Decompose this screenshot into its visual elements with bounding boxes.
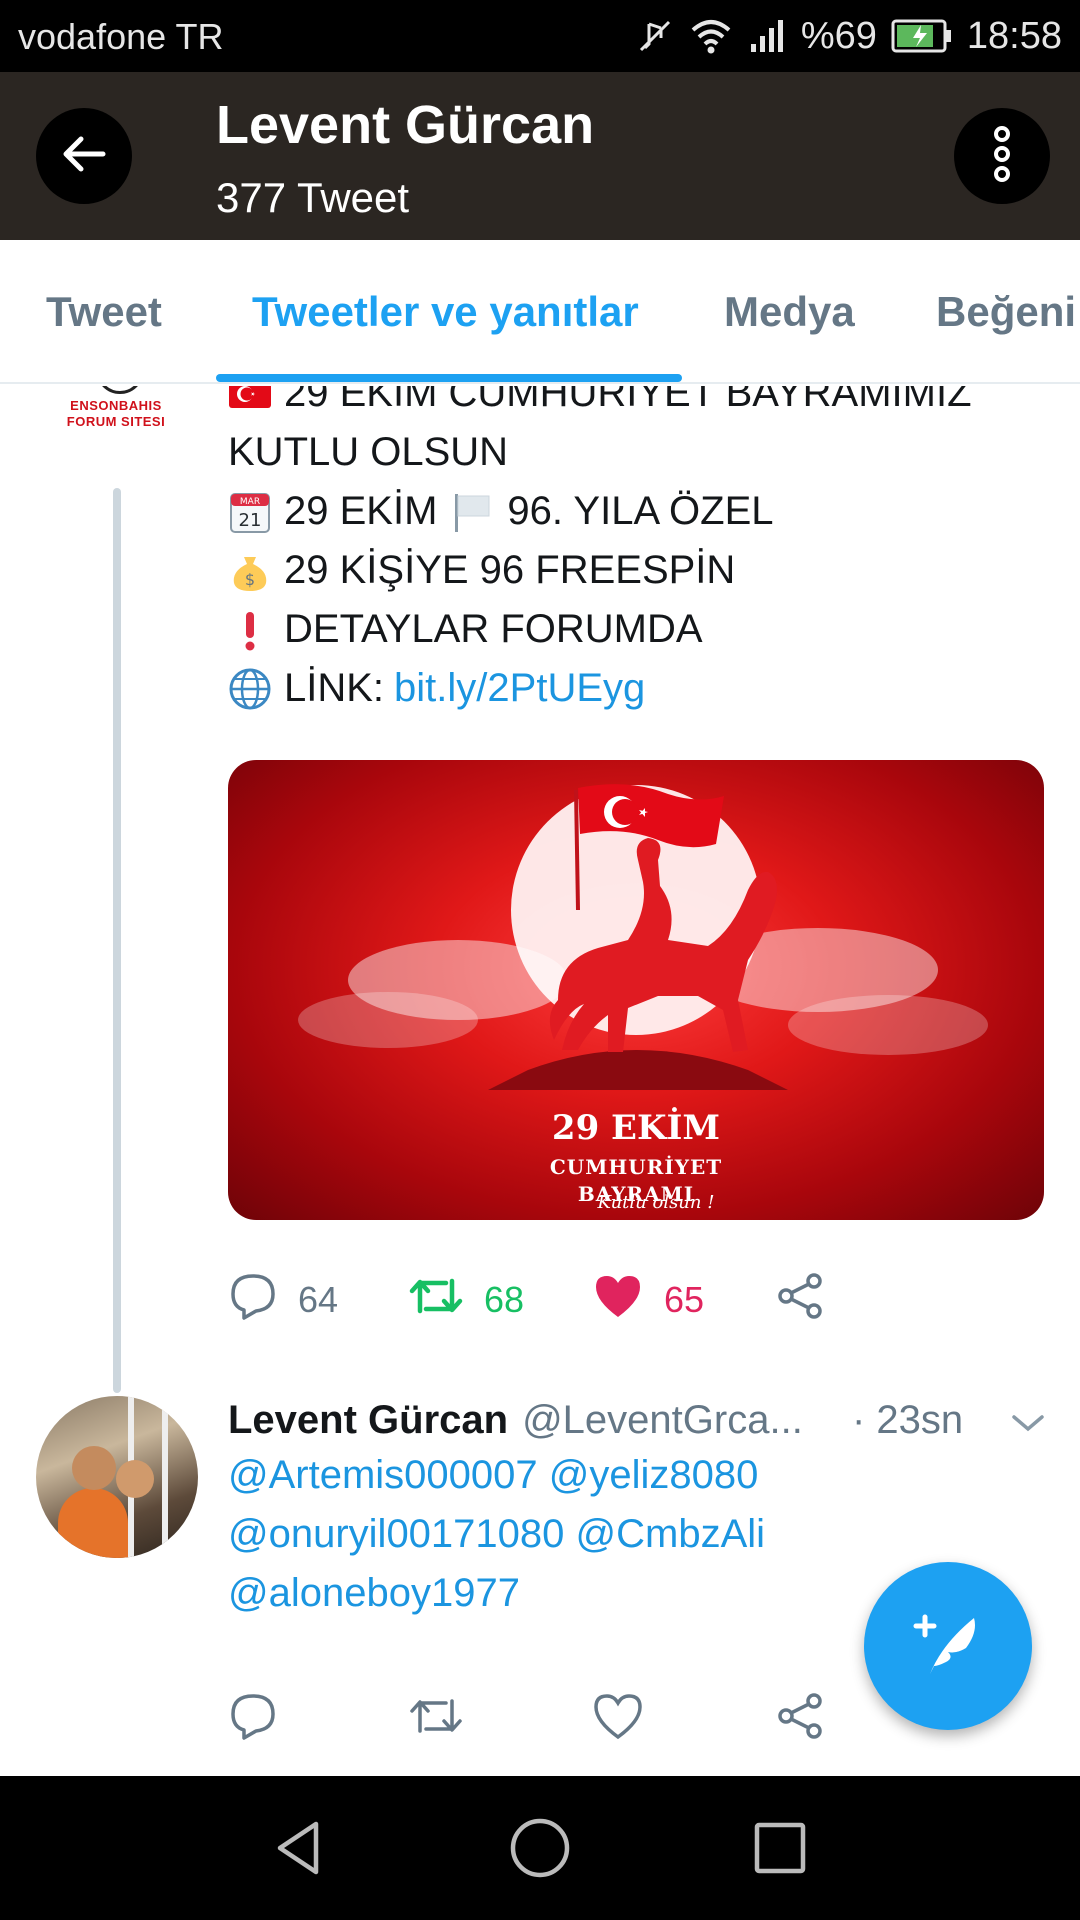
back-button[interactable]: [36, 108, 132, 204]
tab-tweets-and-replies[interactable]: Tweetler ve yanıtlar: [252, 288, 639, 336]
battery-icon: [891, 19, 953, 53]
nav-recents-button[interactable]: [740, 1810, 820, 1890]
svg-text:21: 21: [239, 510, 262, 531]
arrow-left-icon: [59, 129, 109, 184]
heart-filled-icon: [592, 1271, 644, 1330]
exclamation-icon: [228, 608, 272, 652]
turkey-flag-icon: [228, 386, 272, 416]
battery-percent: %69: [800, 14, 877, 57]
more-vertical-icon: [990, 124, 1014, 189]
reply-button[interactable]: 64: [228, 1270, 338, 1330]
tweet-time: · 23sn: [852, 1397, 964, 1442]
retweet-button[interactable]: 68: [408, 1270, 524, 1330]
tab-likes[interactable]: Beğeni: [936, 288, 1076, 336]
tweet-image[interactable]: 29 EKİM CUMHURİYET BAYRAMI Kutlu olsun !: [228, 760, 1044, 1220]
clock: 18:58: [966, 14, 1062, 57]
retweet-button[interactable]: [408, 1690, 464, 1750]
avatar[interactable]: [36, 1396, 198, 1558]
compose-feather-icon: [908, 1604, 988, 1689]
heart-icon: [592, 1691, 644, 1750]
tweet-header: Levent Gürcan @LeventGrca... · 23sn: [228, 1390, 1048, 1450]
republic-day-illustration: [298, 784, 988, 1090]
svg-text:$: $: [245, 570, 255, 589]
tweet-count: 377 Tweet: [216, 174, 410, 221]
profile-tabs: Tweet Tweetler ve yanıtlar Medya Beğeni: [0, 240, 1080, 384]
author-handle[interactable]: @LeventGrca...: [522, 1398, 803, 1443]
image-caption-title: 29 EKİM: [551, 1108, 721, 1148]
tweet-link[interactable]: bit.ly/2PtUEyg: [394, 659, 645, 718]
like-count: 65: [664, 1279, 705, 1320]
reply-button[interactable]: [228, 1690, 278, 1750]
status-bar: vodafone TR %69 18:58: [0, 0, 1080, 72]
signal-icon: [747, 16, 787, 56]
tweet-line: DETAYLAR FORUMDA: [228, 600, 1048, 659]
retweet-icon: [408, 1691, 464, 1750]
like-button[interactable]: [592, 1690, 644, 1750]
author-name[interactable]: Levent Gürcan: [228, 1398, 508, 1443]
reply-icon: [228, 1271, 278, 1330]
active-tab-indicator: [216, 374, 682, 382]
profile-name: Levent Gürcan: [216, 95, 595, 155]
retweet-count: 68: [484, 1279, 525, 1320]
reply-count: 64: [298, 1279, 339, 1320]
status-icons: %69 18:58: [635, 12, 1062, 60]
retweet-icon: [408, 1271, 464, 1330]
nav-back-button[interactable]: [260, 1810, 340, 1890]
money-bag-icon: $: [228, 549, 272, 593]
chevron-down-icon[interactable]: [1010, 1404, 1046, 1449]
calendar-icon: MAR 21: [228, 490, 272, 534]
mention-line[interactable]: @onuryil00171080 @CmbzAli: [228, 1505, 1048, 1564]
tweet-line: KUTLU OLSUN: [228, 430, 509, 474]
soccer-ball-icon: [96, 386, 144, 394]
share-icon: [776, 1271, 826, 1330]
tweet-actions: [228, 1690, 948, 1750]
image-caption-line: CUMHURİYET: [549, 1155, 723, 1179]
tweet-text: 29 EKİM CUMHURİYET BAYRAMIMIZ KUTLU OLSU…: [228, 386, 1048, 718]
thread-line: [113, 488, 121, 1393]
share-button[interactable]: [776, 1270, 826, 1330]
share-icon: [776, 1691, 826, 1750]
white-flag-icon: [451, 490, 495, 534]
circle-home-icon: [508, 1816, 572, 1885]
triangle-back-icon: [270, 1818, 330, 1883]
square-recents-icon: [752, 1820, 808, 1881]
more-options-button[interactable]: [954, 108, 1050, 204]
nav-home-button[interactable]: [500, 1810, 580, 1890]
wifi-icon: [689, 16, 733, 56]
tweet-line: MAR 21 29 EKİM 96. YILA ÖZEL: [228, 482, 1048, 541]
avatar-brand-text: ENSONBAHIS FORUM SITESI: [66, 398, 166, 429]
like-button[interactable]: 65: [592, 1270, 704, 1330]
tab-tweets[interactable]: Tweet: [46, 288, 162, 336]
profile-header: Levent Gürcan 377 Tweet: [0, 72, 1080, 240]
mention-line[interactable]: @Artemis000007 @yeliz8080: [228, 1446, 1048, 1505]
android-navigation-bar: [0, 1776, 1080, 1920]
tweet-actions: 64 68 65: [228, 1270, 948, 1330]
compose-tweet-button[interactable]: [864, 1562, 1032, 1730]
svg-text:MAR: MAR: [240, 497, 260, 507]
tweet-line: 29 EKİM CUMHURİYET BAYRAMIMIZ: [228, 386, 1048, 423]
share-button[interactable]: [776, 1690, 826, 1750]
tab-media[interactable]: Medya: [724, 288, 855, 336]
carrier-label: vodafone TR: [18, 16, 224, 57]
avatar[interactable]: ENSONBAHIS FORUM SITESI: [52, 386, 180, 466]
globe-icon: [228, 667, 272, 711]
reply-icon: [228, 1691, 278, 1750]
mute-icon: [635, 16, 675, 56]
image-caption-line: Kutlu olsun !: [597, 1192, 715, 1213]
tweet-line: LİNK: bit.ly/2PtUEyg: [228, 659, 1048, 718]
tweet-line: $ 29 KİŞİYE 96 FREESPİN: [228, 541, 1048, 600]
